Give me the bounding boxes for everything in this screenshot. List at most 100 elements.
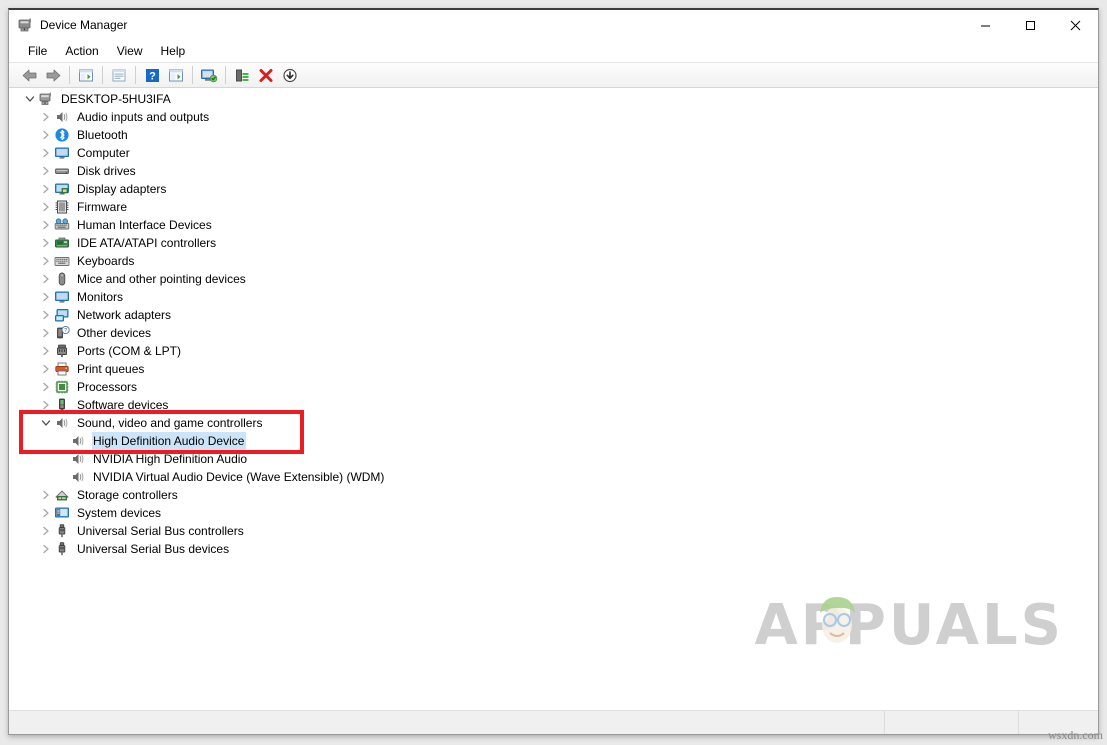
appuals-watermark: APPUALS — [754, 593, 1064, 658]
disk-drive-icon — [54, 163, 70, 179]
tree-item[interactable]: ? Other devices — [10, 324, 1098, 342]
tree-item[interactable]: Software devices — [10, 396, 1098, 414]
mouse-icon — [54, 271, 70, 287]
chevron-right-icon[interactable] — [38, 199, 54, 215]
tree-item[interactable]: Monitors — [10, 288, 1098, 306]
chevron-right-icon[interactable] — [38, 523, 54, 539]
forward-icon[interactable] — [41, 64, 65, 86]
chevron-right-icon[interactable] — [38, 487, 54, 503]
chevron-right-icon[interactable] — [38, 541, 54, 557]
tree-item-selected[interactable]: High Definition Audio Device — [10, 432, 1098, 450]
speaker-icon — [70, 451, 86, 467]
tree-item[interactable]: Bluetooth — [10, 126, 1098, 144]
tree-item[interactable]: Processors — [10, 378, 1098, 396]
menu-help[interactable]: Help — [152, 41, 195, 61]
other-device-icon: ? — [54, 325, 70, 341]
tree-root-node[interactable]: DESKTOP-5HU3IFA — [10, 90, 1098, 108]
device-tree: DESKTOP-5HU3IFA Audio inputs and outputs B… — [10, 88, 1098, 558]
show-hide-console-tree-icon[interactable] — [74, 64, 98, 86]
tree-item[interactable]: Firmware — [10, 198, 1098, 216]
chevron-right-icon[interactable] — [38, 343, 54, 359]
tree-item[interactable]: Computer — [10, 144, 1098, 162]
back-icon[interactable] — [17, 64, 41, 86]
tree-item-label: Storage controllers — [77, 488, 178, 502]
chevron-right-icon[interactable] — [38, 361, 54, 377]
watermark-brand: APPUALS — [754, 593, 1064, 658]
tree-item-label: Network adapters — [77, 308, 172, 322]
ide-controller-icon — [54, 235, 70, 251]
tree-item-label: NVIDIA High Definition Audio — [93, 452, 248, 466]
speaker-icon — [70, 469, 86, 485]
chevron-right-icon[interactable] — [38, 397, 54, 413]
maximize-button[interactable] — [1008, 10, 1053, 40]
tree-item-label: Software devices — [77, 398, 169, 412]
tree-item[interactable]: Disk drives — [10, 162, 1098, 180]
chevron-right-icon[interactable] — [38, 217, 54, 233]
chevron-right-icon[interactable] — [38, 181, 54, 197]
tree-item-label: Sound, video and game controllers — [77, 416, 263, 430]
tree-item[interactable]: NVIDIA High Definition Audio — [10, 450, 1098, 468]
properties-icon[interactable] — [107, 64, 131, 86]
monitor-icon — [54, 289, 70, 305]
processor-icon — [54, 379, 70, 395]
status-main — [9, 711, 884, 734]
toolbar: ? — [9, 62, 1098, 88]
tree-item[interactable]: Display adapters — [10, 180, 1098, 198]
network-adapter-icon — [54, 307, 70, 323]
tree-item[interactable]: Ports (COM & LPT) — [10, 342, 1098, 360]
tree-item[interactable]: Mice and other pointing devices — [10, 270, 1098, 288]
minimize-button[interactable] — [963, 10, 1008, 40]
tree-item-label: Other devices — [77, 326, 152, 340]
tree-item-label: Display adapters — [77, 182, 167, 196]
tree-item[interactable]: Keyboards — [10, 252, 1098, 270]
chevron-right-icon[interactable] — [38, 505, 54, 521]
chevron-right-icon[interactable] — [38, 289, 54, 305]
screen-root: Device Manager File Action View Help ? D… — [0, 0, 1107, 745]
disable-device-icon[interactable] — [278, 64, 302, 86]
tree-item[interactable]: IDE ATA/ATAPI controllers — [10, 234, 1098, 252]
menu-file[interactable]: File — [19, 41, 56, 61]
chevron-down-icon[interactable] — [22, 91, 38, 107]
toolbar-separator-4 — [192, 66, 193, 84]
chevron-down-icon[interactable] — [38, 415, 54, 431]
device-tree-pane[interactable]: DESKTOP-5HU3IFA Audio inputs and outputs B… — [9, 88, 1098, 710]
tree-item-label: IDE ATA/ATAPI controllers — [77, 236, 217, 250]
tree-item[interactable]: Audio inputs and outputs — [10, 108, 1098, 126]
show-hide-action-pane-icon[interactable] — [164, 64, 188, 86]
chevron-right-icon[interactable] — [38, 163, 54, 179]
tree-item[interactable]: Sound, video and game controllers — [10, 414, 1098, 432]
chevron-right-icon[interactable] — [38, 379, 54, 395]
close-button[interactable] — [1053, 10, 1098, 40]
chevron-right-icon[interactable] — [38, 109, 54, 125]
menu-action[interactable]: Action — [56, 41, 107, 61]
chevron-right-icon[interactable] — [38, 271, 54, 287]
help-icon[interactable]: ? — [140, 64, 164, 86]
tree-item[interactable]: NVIDIA Virtual Audio Device (Wave Extens… — [10, 468, 1098, 486]
tree-item[interactable]: Human Interface Devices — [10, 216, 1098, 234]
tree-item-label: Firmware — [77, 200, 127, 214]
chevron-right-icon[interactable] — [38, 253, 54, 269]
chevron-right-icon[interactable] — [38, 235, 54, 251]
update-driver-icon[interactable] — [230, 64, 254, 86]
tree-item[interactable]: Universal Serial Bus devices — [10, 540, 1098, 558]
uninstall-device-icon[interactable] — [254, 64, 278, 86]
tree-item[interactable]: Storage controllers — [10, 486, 1098, 504]
display-adapter-icon — [54, 181, 70, 197]
scan-for-hardware-changes-icon[interactable] — [197, 64, 221, 86]
tree-item-label: Processors — [77, 380, 138, 394]
menu-view[interactable]: View — [108, 41, 152, 61]
tree-item[interactable]: Network adapters — [10, 306, 1098, 324]
chevron-right-icon[interactable] — [38, 325, 54, 341]
tree-item-label: Universal Serial Bus controllers — [77, 524, 244, 538]
chevron-right-icon[interactable] — [38, 127, 54, 143]
tree-item[interactable]: System devices — [10, 504, 1098, 522]
tree-item[interactable]: Universal Serial Bus controllers — [10, 522, 1098, 540]
chevron-right-icon[interactable] — [38, 307, 54, 323]
tree-item[interactable]: Print queues — [10, 360, 1098, 378]
chevron-right-icon[interactable] — [38, 145, 54, 161]
tree-item-label: Print queues — [77, 362, 145, 376]
tree-item-label: Monitors — [77, 290, 124, 304]
usb-icon — [54, 541, 70, 557]
system-device-icon — [54, 505, 70, 521]
svg-text:?: ? — [149, 70, 156, 82]
